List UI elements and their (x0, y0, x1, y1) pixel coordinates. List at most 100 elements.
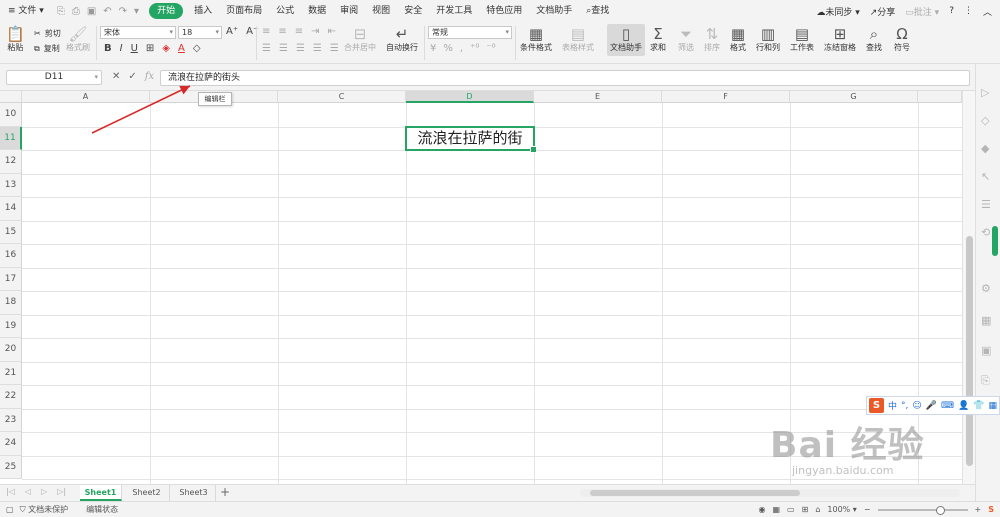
picture-icon[interactable]: ▣ (981, 344, 991, 357)
currency-icon[interactable]: ¥ (430, 43, 436, 54)
tab-formulas[interactable]: 公式 (269, 0, 301, 22)
page-break-icon[interactable]: ⊞ (802, 502, 809, 517)
more-icon[interactable]: ⋮ (964, 6, 973, 16)
page-view-icon[interactable]: ▭ (787, 502, 795, 517)
row-header-12[interactable]: 12 (0, 150, 22, 174)
side-panel-handle[interactable] (992, 226, 998, 256)
reading-icon[interactable]: ⌂ (815, 502, 820, 517)
symbol-button[interactable]: Ω 符号 (894, 25, 910, 53)
name-box[interactable]: D11 (6, 70, 102, 85)
first-sheet-icon[interactable]: |◁ (6, 487, 15, 496)
properties-icon[interactable]: ☰ (981, 198, 991, 211)
formula-input[interactable]: 流浪在拉萨的街头 (160, 70, 970, 86)
cut-button[interactable]: ✂ 剪切 (34, 28, 61, 39)
collapse-ribbon-icon[interactable]: ︿ (983, 5, 992, 18)
find-button[interactable]: ⌕ 查找 (866, 25, 882, 53)
align-left-icon[interactable]: ☰ (262, 43, 271, 54)
zoom-slider[interactable] (877, 505, 968, 515)
column-header-c[interactable]: C (278, 91, 406, 103)
row-header-18[interactable]: 18 (0, 291, 22, 315)
tab-view[interactable]: 视图 (365, 0, 397, 22)
sheet-tab-1[interactable]: Sheet1 (80, 485, 122, 501)
increase-decimal-icon[interactable]: ⁺⁰ (470, 43, 479, 54)
format-painter-button[interactable]: 🖌 格式刷 (66, 25, 90, 53)
table-icon[interactable]: ▦ (981, 314, 991, 327)
zoom-in-icon[interactable]: + (975, 502, 982, 517)
row-header-10[interactable]: 10 (0, 103, 22, 127)
conditional-format-button[interactable]: ▦ 条件格式 (520, 25, 552, 53)
font-color-icon[interactable]: A (178, 43, 185, 54)
column-header-a[interactable]: A (22, 91, 150, 103)
sum-button[interactable]: Σ 求和 (650, 25, 666, 53)
font-name-select[interactable]: 宋体 (100, 26, 176, 39)
row-header-20[interactable]: 20 (0, 338, 22, 362)
keyboard-icon[interactable]: ⌨ (941, 401, 954, 411)
row-header-23[interactable]: 23 (0, 408, 22, 432)
print-icon[interactable]: ▣ (87, 6, 96, 17)
punctuation-icon[interactable]: °, (901, 401, 908, 411)
horizontal-scroll-thumb[interactable] (590, 490, 800, 496)
grid-icon[interactable]: ▦ (988, 401, 997, 411)
border-icon[interactable]: ⊞ (146, 43, 154, 54)
outdent-icon[interactable]: ⇤ (328, 26, 336, 37)
select-all-corner[interactable] (0, 91, 22, 103)
copy-button[interactable]: ⧉ 复制 (34, 43, 60, 54)
user-icon[interactable]: 👤 (958, 401, 969, 411)
backup-icon[interactable]: ⟲ (981, 226, 990, 239)
row-header-14[interactable]: 14 (0, 197, 22, 221)
distributed-icon[interactable]: ☰ (330, 43, 339, 54)
column-header-d[interactable]: D (406, 91, 534, 103)
column-header-g[interactable]: G (790, 91, 918, 103)
row-header-15[interactable]: 15 (0, 220, 22, 244)
align-right-icon[interactable]: ☰ (296, 43, 305, 54)
tab-review[interactable]: 审阅 (333, 0, 365, 22)
bold-icon[interactable]: B (104, 43, 112, 54)
fill-color-icon[interactable]: ◈ (162, 43, 170, 54)
ime-language[interactable]: 中 (888, 399, 897, 412)
prev-sheet-icon[interactable]: ◁ (25, 487, 31, 496)
align-top-icon[interactable]: ≡ (262, 26, 270, 37)
underline-icon[interactable]: U (131, 43, 138, 54)
sheet-tab-3[interactable]: Sheet3 (172, 485, 216, 501)
increase-font-icon[interactable]: A⁺ (226, 26, 238, 37)
help-icon[interactable]: ? (949, 6, 954, 16)
tools-icon[interactable]: ⚙ (981, 282, 991, 295)
decrease-decimal-icon[interactable]: ⁻⁰ (486, 43, 495, 54)
row-header-25[interactable]: 25 (0, 455, 22, 479)
tab-insert[interactable]: 插入 (187, 0, 219, 22)
align-middle-icon[interactable]: ≡ (278, 26, 286, 37)
tab-security[interactable]: 安全 (397, 0, 429, 22)
sort-button[interactable]: ⇅ 排序 (704, 25, 720, 53)
row-header-17[interactable]: 17 (0, 267, 22, 291)
search-button[interactable]: ⌕查找 (579, 0, 616, 22)
thousands-icon[interactable]: , (460, 43, 463, 54)
selected-cell-d11[interactable]: 流浪在拉萨的街 (405, 126, 537, 153)
emoji-icon[interactable]: ☺ (912, 401, 921, 411)
check-icon[interactable]: ✓ (128, 71, 136, 82)
format-button[interactable]: ▦ 格式 (730, 25, 746, 53)
vertical-scrollbar[interactable] (962, 91, 975, 484)
share-button[interactable]: ↗分享 (870, 5, 896, 18)
tab-doc-helper[interactable]: 文档助手 (529, 0, 579, 22)
wrap-text-button[interactable]: ↵ 自动换行 (386, 25, 418, 53)
worksheet-button[interactable]: ▤ 工作表 (790, 25, 814, 53)
column-header-h[interactable] (918, 91, 962, 103)
tab-home[interactable]: 开始 (149, 3, 184, 19)
last-sheet-icon[interactable]: ▷| (57, 487, 66, 496)
add-sheet-button[interactable]: + (220, 485, 230, 500)
shape-icon[interactable]: ◆ (981, 142, 989, 155)
row-header-22[interactable]: 22 (0, 385, 22, 409)
align-bottom-icon[interactable]: ≡ (295, 26, 303, 37)
horizontal-scrollbar[interactable] (580, 489, 960, 497)
merge-center-button[interactable]: ⊟ 合并居中 (344, 25, 376, 53)
tab-developer[interactable]: 开发工具 (429, 0, 479, 22)
row-col-button[interactable]: ▥ 行和列 (756, 25, 780, 53)
paste-button[interactable]: 📋 粘贴 (6, 25, 25, 53)
zoom-select[interactable]: 100% ▾ (827, 502, 856, 517)
indent-icon[interactable]: ⇥ (311, 26, 319, 37)
file-menu[interactable]: ≡ 文件 ▾ (0, 0, 51, 22)
normal-view-icon[interactable]: ▦ (772, 502, 780, 517)
chevron-down-icon[interactable]: ▾ (134, 6, 139, 17)
arrow-icon[interactable]: ▷ (981, 86, 989, 99)
row-header-19[interactable]: 19 (0, 314, 22, 338)
